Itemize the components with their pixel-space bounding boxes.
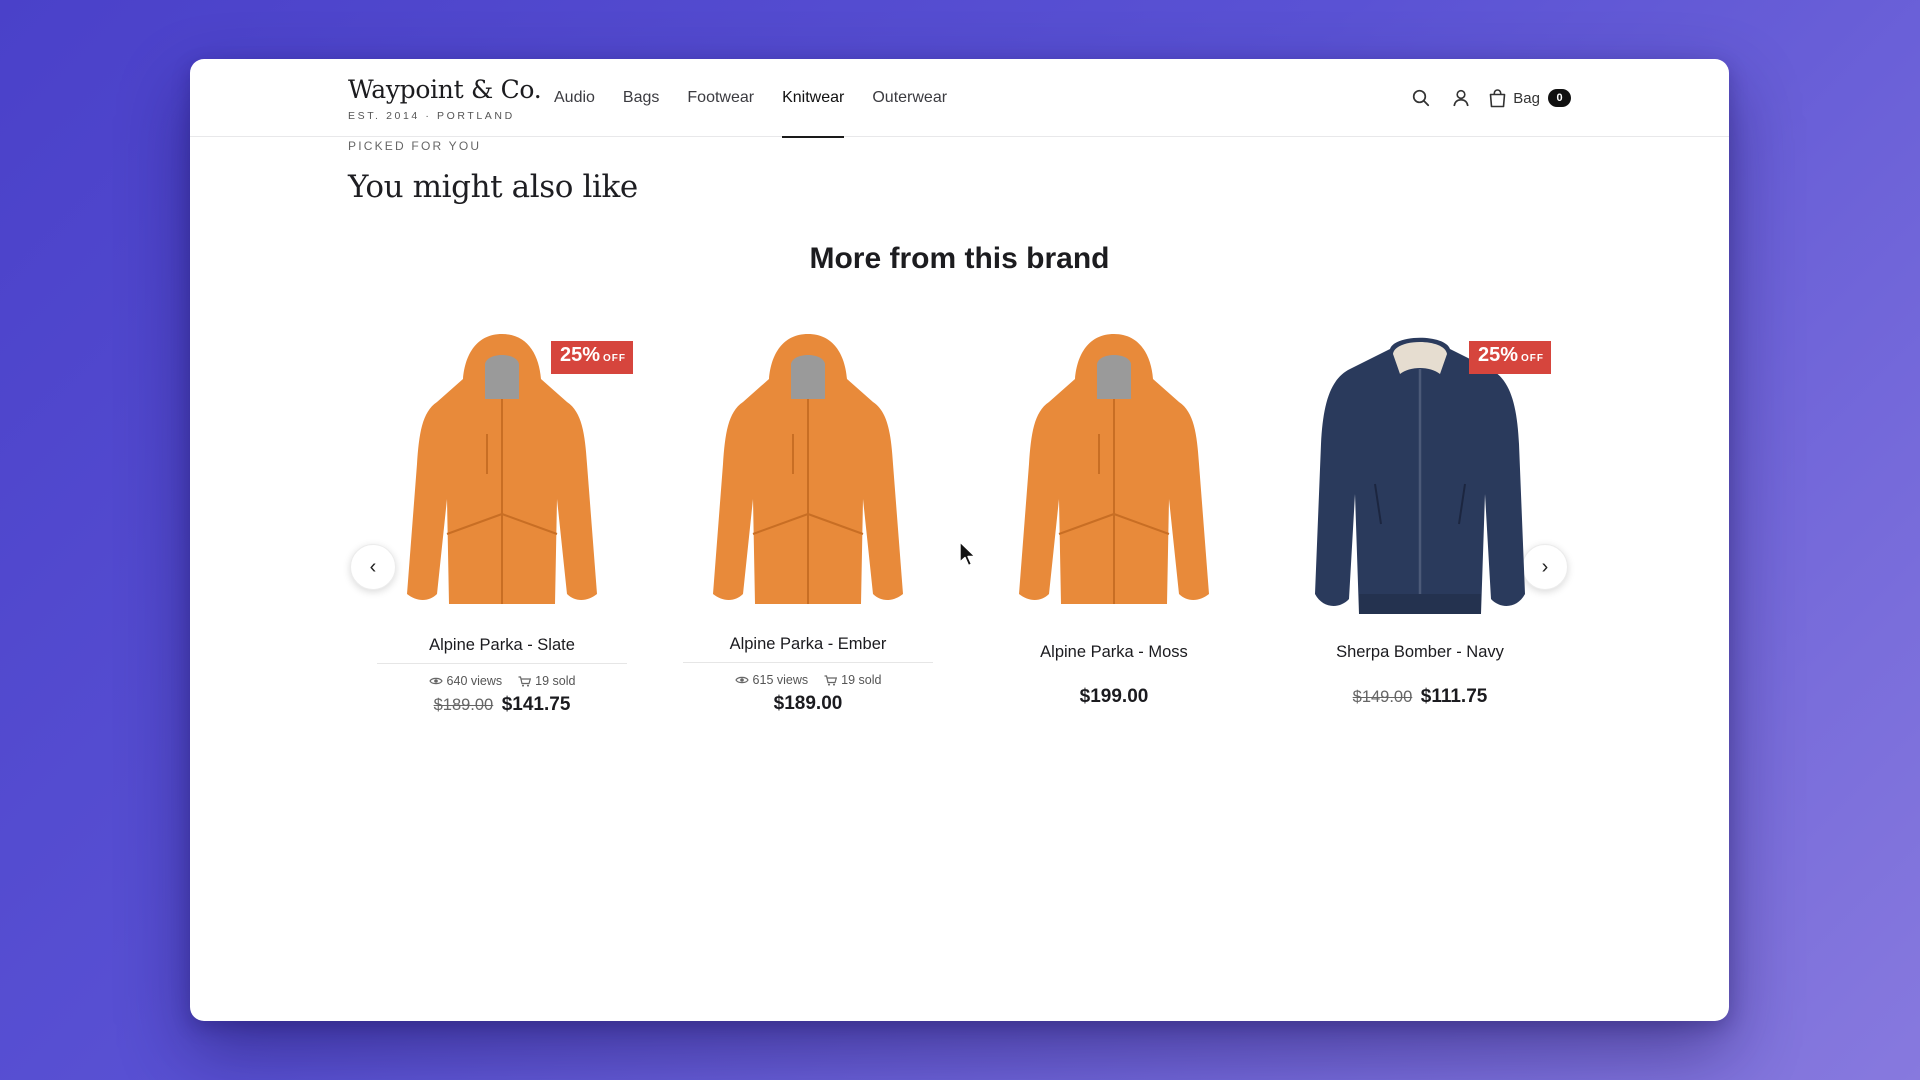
shopping-bag-icon	[1488, 88, 1507, 108]
sold-count: 19 sold	[535, 674, 576, 688]
product-image[interactable]: 25% OFF	[377, 324, 633, 624]
views-count: 640 views	[446, 674, 503, 688]
product-card[interactable]: 25% OFF Sherpa Bomber - Navy $149.00 $111…	[1295, 324, 1551, 708]
sale-price: $111.75	[1420, 686, 1488, 707]
chevron-left-icon: ‹	[369, 555, 377, 578]
product-card[interactable]: Alpine Parka - Moss $199.00	[989, 324, 1239, 708]
card-divider	[377, 663, 627, 664]
discount-badge: 25% OFF	[550, 341, 633, 374]
price-row: $189.00 $141.75	[377, 694, 627, 716]
user-icon[interactable]	[1450, 87, 1472, 109]
search-icon[interactable]	[1410, 87, 1432, 109]
price-row: $199.00	[989, 686, 1239, 708]
sold-count: 19 sold	[841, 673, 882, 687]
main-nav: Audio Bags Footwear Knitwear Outerwear	[554, 59, 975, 138]
price: $199.00	[1079, 686, 1149, 707]
views-stat: 640 views	[428, 674, 503, 688]
views-stat: 615 views	[734, 673, 809, 687]
product-card[interactable]: 25% OFF Alpine Parka - Slate 640 views 19…	[377, 324, 633, 716]
product-name[interactable]: Alpine Parka - Moss	[989, 643, 1239, 662]
product-name[interactable]: Alpine Parka - Ember	[683, 635, 933, 654]
brand-logo[interactable]: Waypoint & Co. EST. 2014 · PORTLAND	[348, 75, 542, 122]
nav-item-outerwear[interactable]: Outerwear	[872, 59, 947, 137]
bag-label: Bag	[1513, 89, 1540, 107]
sold-stat: 19 sold	[824, 673, 881, 687]
section-eyebrow: PICKED FOR YOU	[348, 139, 482, 153]
original-price: $189.00	[433, 696, 494, 714]
mouse-cursor	[958, 540, 978, 573]
views-count: 615 views	[752, 673, 809, 687]
product-name[interactable]: Alpine Parka - Slate	[377, 636, 627, 655]
site-header: Waypoint & Co. EST. 2014 · PORTLAND Audi…	[190, 59, 1729, 138]
eye-icon	[734, 676, 749, 684]
discount-badge: 25% OFF	[1468, 341, 1551, 374]
sold-stat: 19 sold	[518, 674, 575, 688]
product-image[interactable]: 25% OFF	[1295, 324, 1551, 624]
nav-item-audio[interactable]: Audio	[554, 59, 595, 137]
parka-image	[1019, 334, 1209, 604]
price: $189.00	[773, 693, 843, 714]
cart-icon	[824, 674, 838, 686]
nav-item-footwear[interactable]: Footwear	[687, 59, 754, 137]
product-image[interactable]	[683, 324, 933, 624]
product-stats: 615 views 19 sold	[683, 673, 933, 687]
original-price: $149.00	[1352, 688, 1413, 706]
brand-tagline: EST. 2014 · PORTLAND	[348, 110, 515, 122]
cart-icon	[518, 675, 532, 687]
nav-item-bags[interactable]: Bags	[623, 59, 659, 137]
product-name[interactable]: Sherpa Bomber - Navy	[1295, 643, 1545, 662]
price-row: $149.00 $111.75	[1295, 686, 1545, 708]
nav-item-knitwear[interactable]: Knitwear	[782, 59, 845, 138]
product-stats: 640 views 19 sold	[377, 674, 627, 688]
sale-price: $141.75	[501, 694, 571, 715]
section-title: You might also like	[348, 169, 638, 205]
eye-icon	[428, 677, 443, 685]
brand-name: Waypoint & Co.	[348, 75, 542, 104]
product-image[interactable]	[989, 324, 1239, 624]
bag-count-badge: 0	[1548, 89, 1571, 107]
parka-image	[713, 334, 903, 604]
price-row: $189.00	[683, 693, 933, 715]
carousel-title: More from this brand	[809, 242, 1110, 275]
bag-button[interactable]: Bag 0	[1488, 88, 1571, 108]
product-card[interactable]: Alpine Parka - Ember 615 views 19 sold $…	[683, 324, 933, 715]
header-tools: Bag 0	[1392, 59, 1571, 137]
card-divider	[683, 662, 933, 663]
